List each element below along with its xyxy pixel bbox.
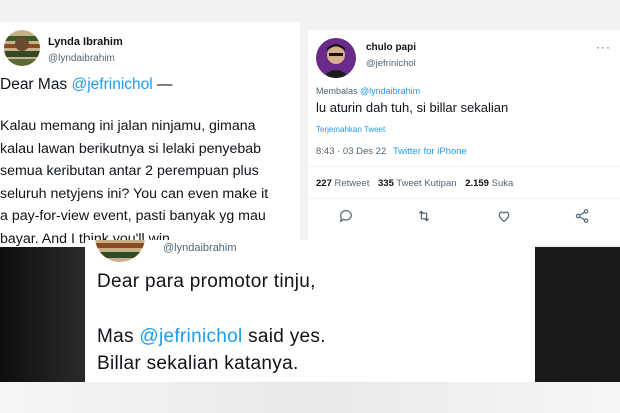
chulo-name[interactable]: chulo papi — [366, 42, 416, 53]
bottom-blur-left — [0, 247, 85, 382]
bottom-line-1: Dear para promotor tinju, — [97, 271, 316, 292]
chulo-tweet-text: lu aturin dah tuh, si billar sekalian — [316, 100, 509, 115]
tweet-meta: 8:43 · 03 Des 22 Twitter for iPhone — [316, 146, 467, 157]
mention-lyndaibrahim[interactable]: @lyndaibrahim — [360, 86, 420, 96]
bottom-line-3: Billar sekalian katanya. — [97, 353, 299, 374]
retweet-label: Retweet — [334, 178, 370, 189]
bottom-strip — [0, 382, 620, 413]
translate-link[interactable]: Terjemahkan Tweet — [316, 125, 385, 134]
like-label: Suka — [491, 178, 514, 189]
tweet-body: Kalau memang ini jalan ninjamu, gimana k… — [0, 115, 268, 247]
reply-prefix: Membalas — [316, 86, 361, 96]
reply-context: Membalas @lyndaibrahim — [316, 86, 420, 96]
quote-value: 335 — [378, 178, 394, 189]
quote-count[interactable]: 335 Tweet Kutipan — [378, 178, 457, 189]
tweet-stats: 227 Retweet 335 Tweet Kutipan 2.159 Suka — [316, 178, 513, 189]
right-tweet-panel: chulo papi @jefrinichol ··· Membalas @ly… — [308, 30, 620, 245]
lynda-avatar[interactable] — [4, 30, 40, 66]
like-count[interactable]: 2.159 Suka — [465, 178, 513, 189]
body-line: kalau lawan berikutnya si lelaki penyeba… — [0, 140, 262, 157]
retweet-icon[interactable] — [416, 208, 432, 229]
tweet-time[interactable]: 8:43 · 03 Des 22 — [316, 146, 386, 157]
chulo-avatar[interactable] — [316, 38, 356, 78]
left-tweet-panel: Lynda Ibrahim @lyndaibrahim Dear Mas @je… — [0, 22, 300, 247]
body-line: Kalau memang ini jalan ninjamu, gimana — [0, 118, 256, 134]
bottom-handle[interactable]: @lyndaibrahim — [163, 242, 237, 254]
divider — [308, 198, 620, 199]
retweet-count[interactable]: 227 Retweet — [316, 178, 369, 189]
tweet-greeting: Dear Mas @jefrinichol — — [0, 76, 173, 94]
mention-jefrinichol-bottom[interactable]: @jefrinichol — [139, 326, 242, 347]
line2-prefix: Mas — [97, 326, 140, 347]
like-value: 2.159 — [465, 178, 489, 189]
bottom-line-2: Mas @jefrinichol said yes. — [97, 326, 326, 348]
line2-suffix: said yes. — [242, 326, 326, 347]
reply-icon[interactable] — [338, 208, 354, 229]
greeting-prefix: Dear Mas — [0, 76, 72, 93]
lynda-avatar-small[interactable] — [95, 240, 145, 262]
retweet-value: 227 — [316, 178, 332, 189]
body-line: a pay-for-view event, pasti banyak yg ma… — [0, 208, 266, 224]
lynda-name[interactable]: Lynda Ibrahim — [48, 36, 123, 48]
body-line: semua keributan antar 2 perempuan plus — [0, 163, 259, 179]
body-line: seluruh netyjens ini? You can even make … — [0, 185, 269, 202]
bottom-tweet-panel: @lyndaibrahim Dear para promotor tinju, … — [85, 240, 535, 382]
tweet-source[interactable]: Twitter for iPhone — [393, 146, 467, 157]
lynda-handle[interactable]: @lyndaibrahim — [48, 53, 115, 64]
greeting-suffix: — — [152, 76, 173, 93]
like-icon[interactable] — [496, 208, 512, 229]
quote-label: Tweet Kutipan — [396, 178, 457, 189]
more-icon[interactable]: ··· — [596, 40, 611, 54]
chulo-handle[interactable]: @jefrinichol — [366, 58, 416, 69]
mention-jefrinichol[interactable]: @jefrinichol — [72, 76, 153, 93]
divider — [308, 166, 620, 167]
share-icon[interactable] — [574, 208, 590, 229]
